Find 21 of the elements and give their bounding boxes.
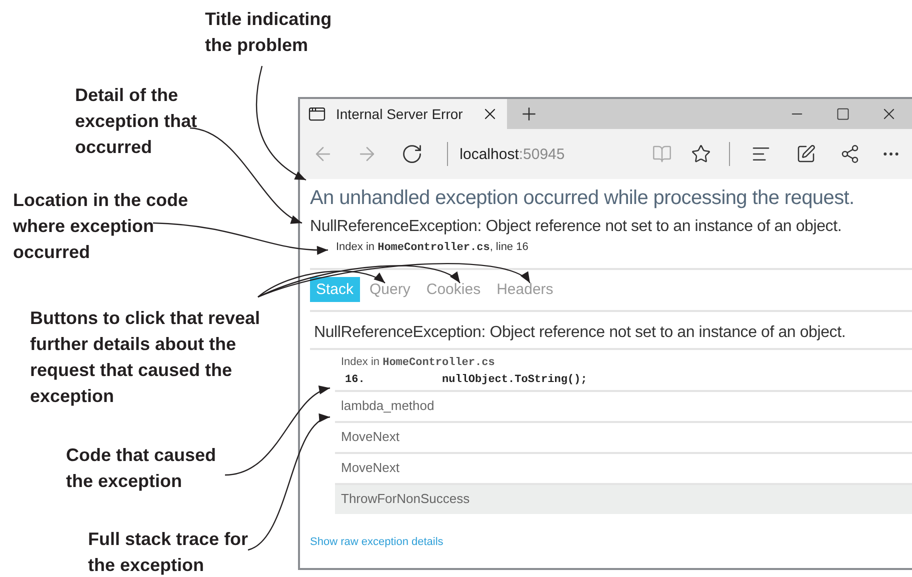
stack-heading: NullReferenceException: Object reference not set to an instance of an object. (313, 323, 847, 343)
stack-frame[interactable]: MoveNext (335, 421, 912, 452)
callout-label: Title indicating the problem (205, 8, 333, 57)
line-number: 16. (345, 374, 366, 386)
code-line: nullObject.ToString(); (442, 374, 588, 386)
tab-title: Internal Server Error (336, 106, 464, 122)
source-location: Index in HomeController.cs (341, 356, 496, 369)
stack-frame[interactable]: lambda_method (335, 390, 912, 421)
raw-details-link[interactable]: Show raw exception details (310, 536, 444, 548)
callout-label: Location in the code where exception occurred (13, 189, 190, 264)
callout-label: Full stack trace for the exception (88, 528, 250, 577)
address-field[interactable]: localhost:50945 (446, 142, 634, 166)
error-title: An unhandled exception occurred while processing the request. (310, 187, 856, 210)
exception-message: NullReferenceException: Object reference not set to an instance of an object. (310, 218, 843, 236)
stack-frame[interactable]: ThrowForNonSuccess (335, 483, 912, 514)
browser-tab[interactable]: Internal Server Error (300, 99, 507, 129)
callout-label: Code that caused the exception (66, 444, 218, 493)
callout-label: Buttons to click that reveal further details about the request that caused the exception (30, 307, 262, 408)
exception-location: Index in HomeController.cs, line 16 (336, 241, 530, 254)
stack-frame[interactable]: Index in HomeController.cs 16. nullObject.ToString(); (335, 350, 912, 390)
callout-label: Detail of the exception that occurred (75, 84, 198, 159)
